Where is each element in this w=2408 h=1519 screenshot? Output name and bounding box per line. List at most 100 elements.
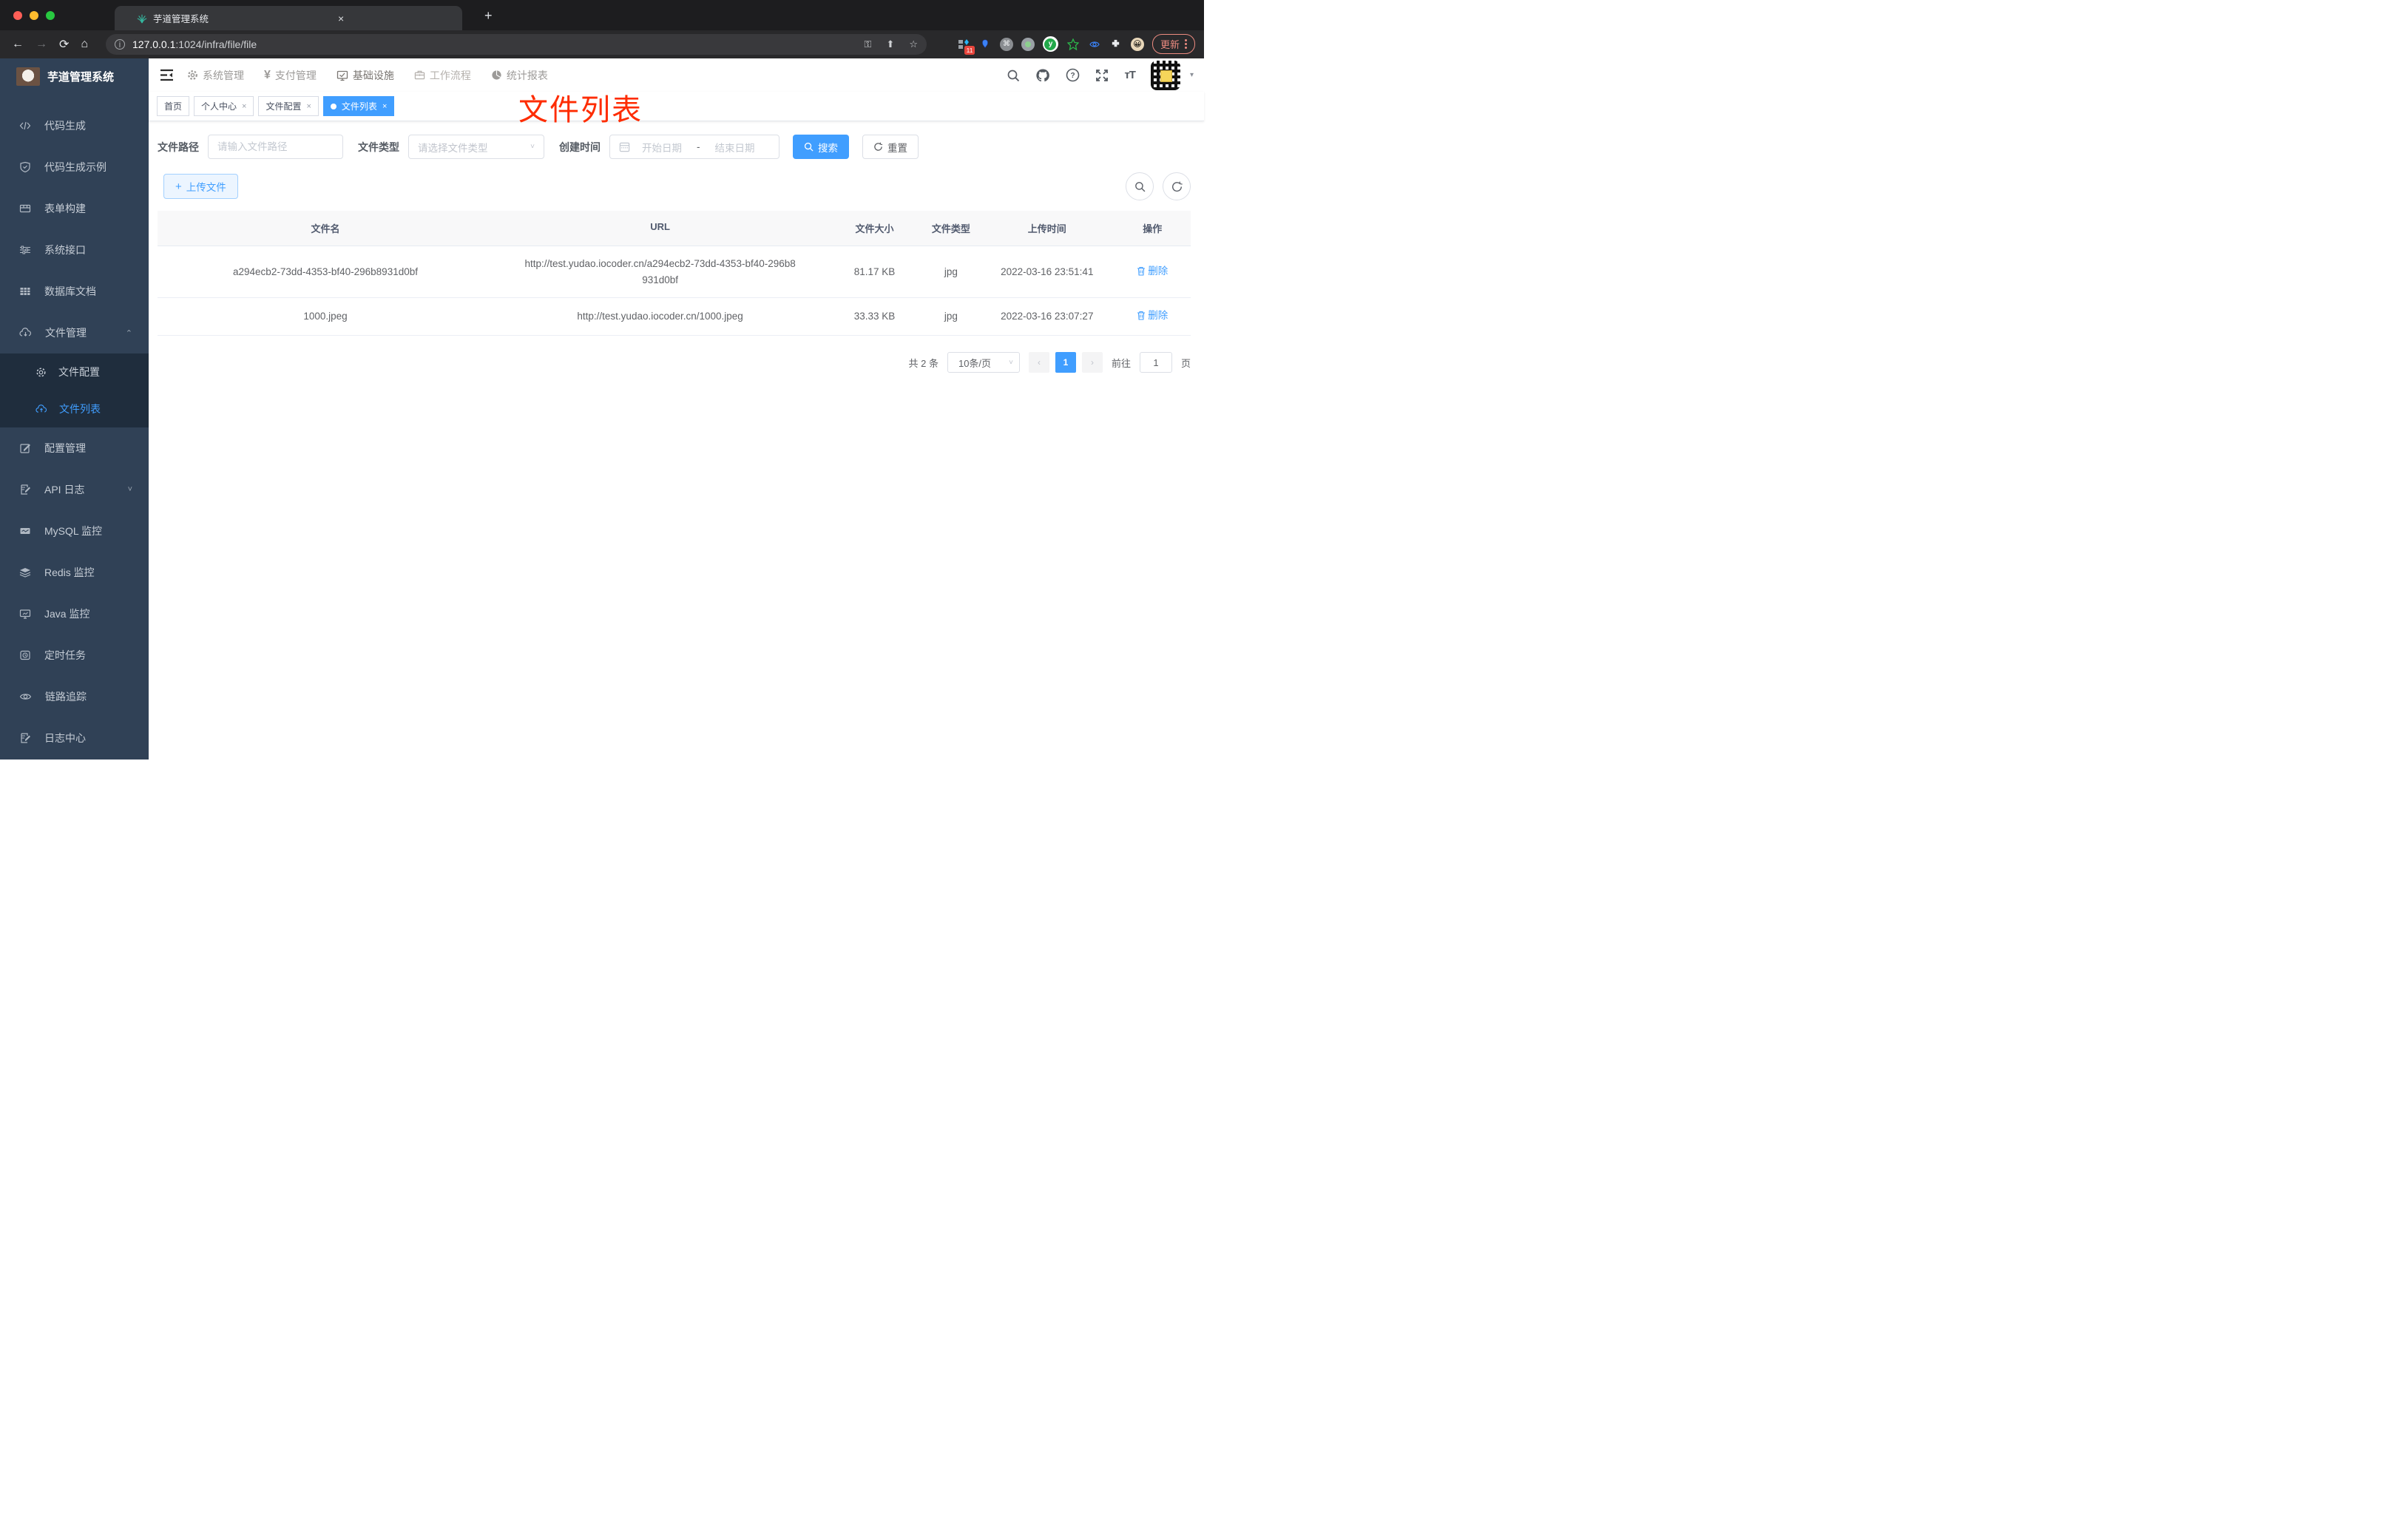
avatar-caret-icon[interactable]: ▾	[1190, 71, 1194, 79]
help-icon[interactable]: ?	[1066, 68, 1080, 82]
pagination: 共 2 条 10条/页 ˅ ‹ 1 › 前往 页	[158, 352, 1191, 373]
sidebar-item-api-log[interactable]: API 日志 ˅	[0, 469, 149, 510]
file-type-select[interactable]: 请选择文件类型 ˅	[408, 135, 544, 159]
bookmark-star-icon[interactable]: ☆	[909, 38, 918, 50]
tag-label: 文件配置	[266, 101, 302, 112]
url-text[interactable]: 127.0.0.1:1024/infra/file/file	[132, 38, 257, 50]
topnav-system-manage[interactable]: 系统管理	[187, 68, 244, 83]
sliders-icon	[20, 246, 30, 254]
tag-profile[interactable]: 个人中心 ×	[194, 96, 254, 116]
fullscreen-icon[interactable]	[1095, 69, 1109, 82]
sidebar-item-file-config[interactable]: 文件配置	[0, 353, 149, 390]
page-size-select[interactable]: 10条/页 ˅	[947, 352, 1020, 373]
gear-icon	[188, 70, 197, 80]
password-key-icon[interactable]: ⚿	[865, 38, 872, 50]
file-path-input[interactable]	[217, 141, 334, 152]
next-page-button[interactable]: ›	[1081, 352, 1103, 373]
topnav-report[interactable]: 统计报表	[491, 68, 548, 83]
tab-title: 芋道管理系统	[153, 14, 209, 24]
browser-update-button[interactable]: 更新	[1151, 34, 1195, 54]
date-start-placeholder[interactable]: 开始日期	[642, 140, 682, 155]
sidebar-item-file-manage[interactable]: 文件管理 ⌃	[0, 312, 149, 353]
cell-file-size: 33.33 KB	[853, 311, 896, 322]
topnav-pay-manage[interactable]: ¥ 支付管理	[264, 68, 317, 83]
tag-file-config[interactable]: 文件配置 ×	[258, 96, 319, 116]
delete-button[interactable]: 删除	[1137, 263, 1168, 280]
search-icon[interactable]	[1007, 69, 1020, 82]
avatar-qr-image[interactable]	[1150, 60, 1180, 90]
search-button[interactable]: 搜索	[793, 135, 849, 159]
back-button[interactable]: ←	[12, 38, 24, 51]
sidebar-item-redis-monitor[interactable]: Redis 监控	[0, 552, 149, 593]
prev-page-button[interactable]: ‹	[1028, 352, 1049, 373]
github-icon[interactable]	[1035, 68, 1050, 83]
favicon-plant-icon	[137, 14, 147, 23]
extension-star-icon[interactable]	[1066, 38, 1080, 51]
sidebar-logo-row[interactable]: 芋道管理系统	[0, 58, 149, 95]
window-controls[interactable]	[13, 11, 55, 20]
page-1-button[interactable]: 1	[1055, 352, 1076, 373]
delete-label: 删除	[1148, 310, 1169, 322]
close-icon[interactable]: ×	[306, 102, 311, 111]
font-size-icon[interactable]: ᴛT	[1124, 69, 1135, 81]
new-tab-button[interactable]: +	[484, 9, 493, 22]
sidebar-item-java-monitor[interactable]: Java 监控	[0, 593, 149, 635]
file-path-input-wrap	[208, 135, 343, 159]
sidebar-item-log-center[interactable]: 日志中心	[0, 717, 149, 759]
extension-dot-icon[interactable]	[1021, 37, 1035, 51]
page-content: 文件路径 文件类型 请选择文件类型 ˅ 创建时间 开始日期 - 结束日期	[149, 121, 1204, 760]
menu-fold-icon[interactable]	[160, 69, 174, 81]
topnav-label: 支付管理	[274, 69, 317, 81]
sidebar-item-system-api[interactable]: 系统接口	[0, 229, 149, 271]
layers-icon	[19, 568, 31, 578]
date-range-picker[interactable]: 开始日期 - 结束日期	[609, 135, 779, 159]
sidebar-item-code-demo[interactable]: 代码生成示例	[0, 146, 149, 188]
tag-home[interactable]: 首页	[157, 96, 190, 116]
browser-menu-icon[interactable]	[1185, 39, 1187, 49]
extension-balloon-icon[interactable]	[978, 38, 992, 51]
sidebar-item-config-manage[interactable]: 配置管理	[0, 427, 149, 469]
sidebar-item-tracing[interactable]: 链路追踪	[0, 676, 149, 717]
window-minimize-button[interactable]	[30, 11, 38, 20]
extension-y-icon[interactable]: y	[1042, 36, 1058, 52]
extensions-puzzle-icon[interactable]	[1109, 38, 1123, 51]
window-close-button[interactable]	[13, 11, 22, 20]
close-icon[interactable]: ×	[382, 102, 387, 111]
sidebar-item-db-doc[interactable]: 数据库文档	[0, 271, 149, 312]
delete-button[interactable]: 删除	[1137, 308, 1168, 324]
tab-close-icon[interactable]: ×	[338, 13, 344, 24]
site-info-icon[interactable]: i	[115, 39, 125, 50]
home-button[interactable]: ⌂	[81, 38, 88, 51]
close-icon[interactable]: ×	[242, 102, 246, 111]
refresh-icon	[874, 142, 883, 151]
sidebar-item-label: 数据库文档	[44, 285, 96, 297]
chart-icon	[20, 528, 30, 534]
forward-button[interactable]: →	[35, 38, 47, 51]
browser-tab[interactable]: 芋道管理系统 ×	[115, 6, 462, 30]
window-zoom-button[interactable]	[46, 11, 55, 20]
sidebar-item-file-list[interactable]: 文件列表	[0, 390, 149, 427]
sidebar-item-scheduled-jobs[interactable]: 定时任务	[0, 635, 149, 676]
refresh-icon	[1171, 181, 1183, 192]
sidebar-item-mysql-monitor[interactable]: MySQL 监控	[0, 510, 149, 552]
cell-url: http://test.yudao.iocoder.cn/1000.jpeg	[577, 311, 743, 322]
extension-eye-icon[interactable]	[1088, 38, 1101, 51]
sidebar-item-code-gen[interactable]: 代码生成	[0, 105, 149, 146]
share-icon[interactable]: ⬆	[886, 38, 894, 50]
yen-icon: ¥	[264, 68, 271, 81]
profile-emoji-icon[interactable]: 😀	[1130, 37, 1144, 51]
tag-file-list[interactable]: 文件列表 ×	[322, 96, 395, 116]
topnav-infrastructure[interactable]: 基础设施	[336, 68, 394, 83]
address-bar[interactable]: i 127.0.0.1:1024/infra/file/file ⚿ ⬆ ☆	[106, 34, 927, 55]
sidebar-item-form-builder[interactable]: 表单构建	[0, 188, 149, 229]
goto-page-input[interactable]	[1139, 352, 1172, 373]
reset-button[interactable]: 重置	[862, 135, 919, 159]
reload-button[interactable]: ⟳	[59, 37, 69, 52]
show-search-button[interactable]	[1126, 172, 1154, 200]
extension-command-icon[interactable]: ⌘	[999, 37, 1013, 51]
refresh-table-button[interactable]	[1163, 172, 1191, 200]
extension-tabs-icon[interactable]: 11	[957, 38, 975, 55]
date-end-placeholder[interactable]: 结束日期	[715, 140, 755, 155]
topnav-workflow[interactable]: 工作流程	[414, 68, 471, 83]
upload-file-button[interactable]: + 上传文件	[163, 174, 238, 199]
